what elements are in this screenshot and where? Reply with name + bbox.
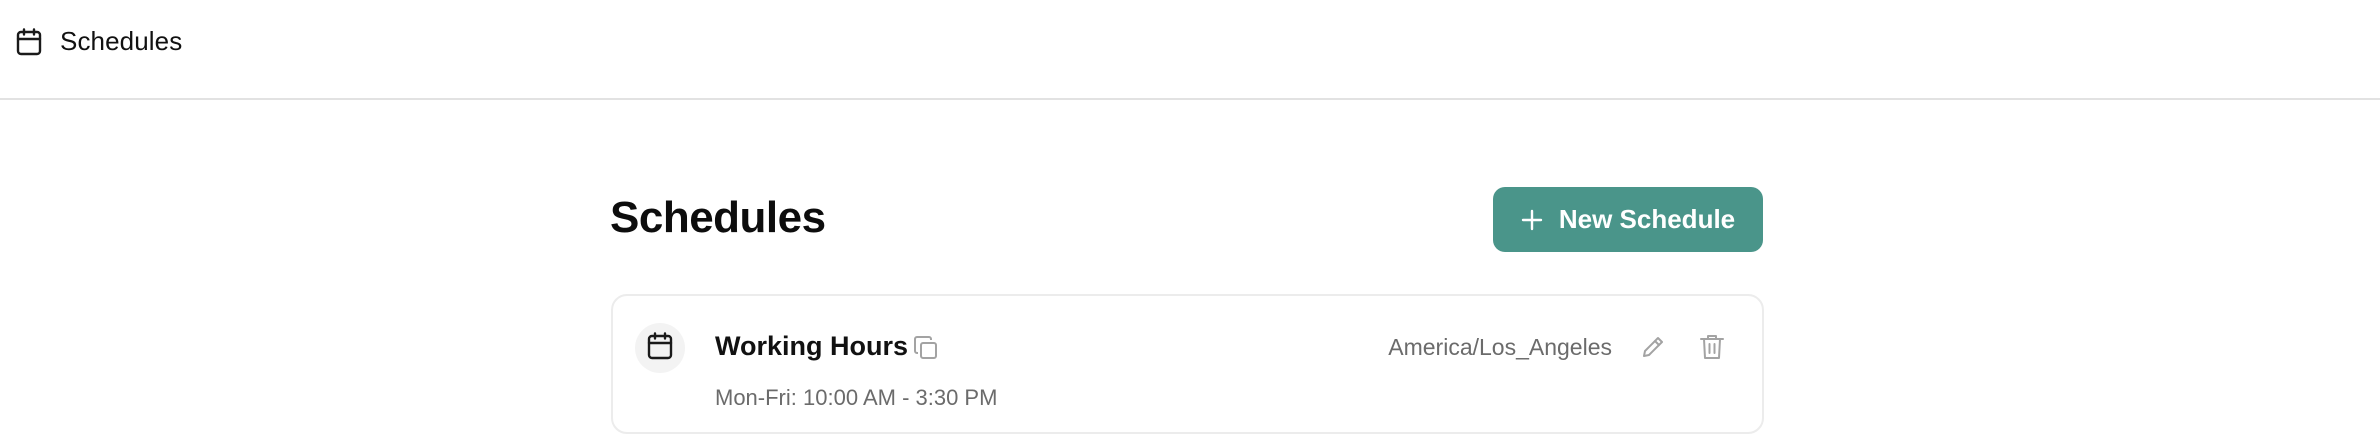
schedule-name[interactable]: Working Hours xyxy=(715,331,908,362)
topbar-title: Schedules xyxy=(60,26,183,56)
topbar-brand: Schedules xyxy=(16,26,182,57)
plus-icon xyxy=(1521,209,1543,231)
schedule-hours: Mon-Fri: 10:00 AM - 3:30 PM xyxy=(715,385,998,410)
trash-icon[interactable] xyxy=(1699,333,1725,366)
new-schedule-label: New Schedule xyxy=(1558,204,1736,234)
new-schedule-button[interactable]: New Schedule xyxy=(1493,187,1763,252)
schedule-avatar xyxy=(635,323,685,373)
page-title: Schedules xyxy=(610,193,826,242)
top-bar: Schedules xyxy=(0,0,2380,100)
schedule-timezone: America/Los_Angeles xyxy=(1388,334,1612,360)
calendar-icon xyxy=(16,27,42,56)
pencil-icon[interactable] xyxy=(1640,334,1666,365)
copy-icon[interactable] xyxy=(913,335,939,366)
schedule-card[interactable]: Working Hours Mon-Fri: 10:00 AM - 3:30 P… xyxy=(611,294,1764,434)
calendar-icon xyxy=(647,331,673,365)
